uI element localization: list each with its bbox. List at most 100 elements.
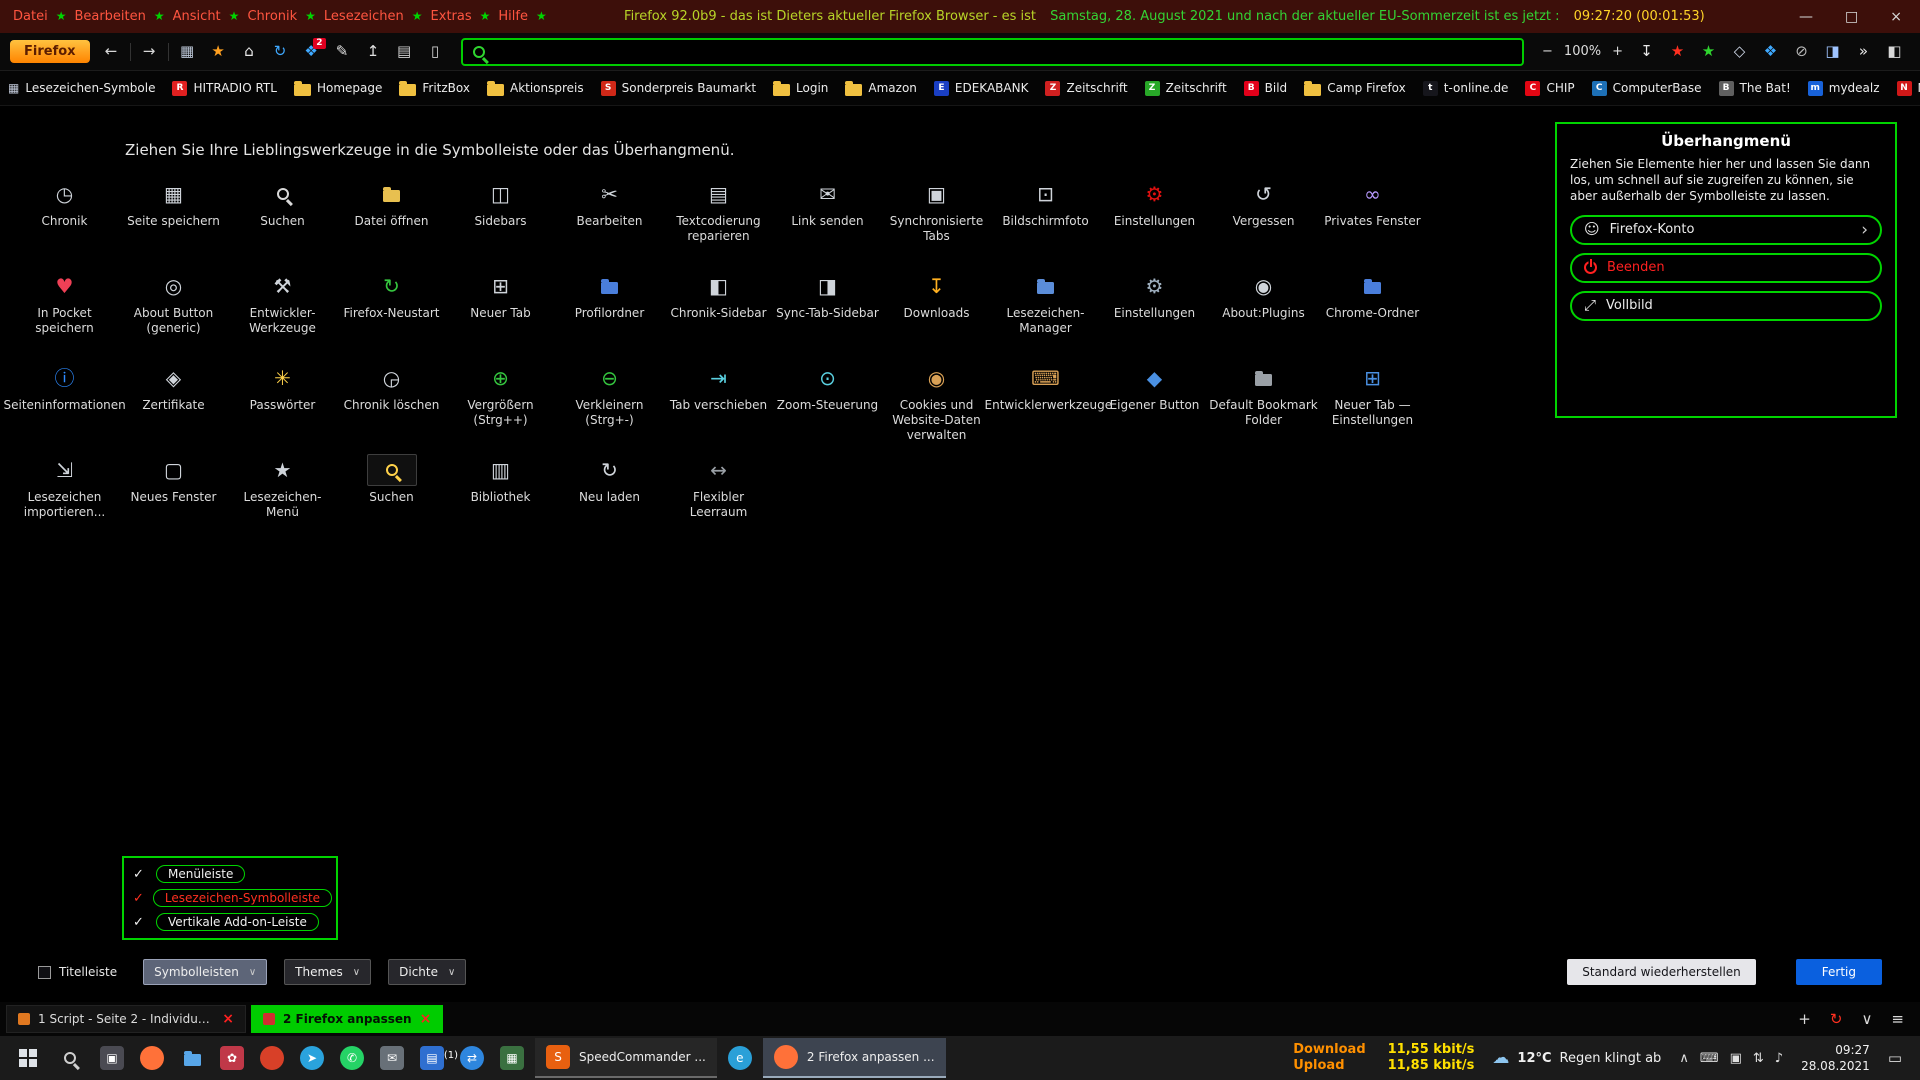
volume-icon[interactable]: ♪	[1775, 1052, 1783, 1065]
bookmark-fritzbox[interactable]: FritzBox	[399, 81, 470, 96]
toolbar-option-menüleiste[interactable]: ✓Menüleiste	[133, 865, 327, 883]
customize-tool-einstellungen[interactable]: ⚙Einstellungen	[1100, 178, 1209, 260]
customize-tool-chrome-ordner[interactable]: Chrome-Ordner	[1318, 270, 1427, 352]
customize-tool-default-bookmark-folder[interactable]: Default Bookmark Folder	[1209, 362, 1318, 444]
customize-tool-profilordner[interactable]: Profilordner	[555, 270, 664, 352]
menu-bearbeiten[interactable]: Bearbeiten	[74, 9, 145, 24]
nav-bookmark-star-button[interactable]: ★	[203, 38, 234, 66]
customize-tool-chronik[interactable]: ◷Chronik	[10, 178, 119, 260]
menu-extras[interactable]: Extras	[431, 9, 472, 24]
customize-tool-neuer-tab[interactable]: ⊞Neuer Tab	[446, 270, 555, 352]
customize-tool-sync-tab-sidebar[interactable]: ◨Sync-Tab-Sidebar	[773, 270, 882, 352]
nav-overflow-chevron-button[interactable]: »	[1848, 38, 1879, 66]
nav-sidebar-toggle-button[interactable]: ◧	[1879, 38, 1910, 66]
customize-tool-entwickler-werkzeuge[interactable]: ⚒Entwickler-Werkzeuge	[228, 270, 337, 352]
dropdown-themes[interactable]: Themes∨	[284, 959, 371, 985]
customize-tool-bildschirmfoto[interactable]: ⊡Bildschirmfoto	[991, 178, 1100, 260]
tabs-list-button[interactable]: ≡	[1891, 1010, 1904, 1028]
nav-send-page-button[interactable]: ↥	[358, 38, 389, 66]
nav-bank-button[interactable]: ▦	[172, 38, 203, 66]
taskbar-icon-whatsapp[interactable]: ✆	[332, 1038, 372, 1078]
nav-star-green-button[interactable]: ★	[1693, 38, 1724, 66]
taskbar-icon-graphics-app[interactable]: ✿	[212, 1038, 252, 1078]
nav-tab-counter-button[interactable]: ❖2	[296, 38, 327, 66]
customize-tool-privates-fenster[interactable]: ∞Privates Fenster	[1318, 178, 1427, 260]
nav-reader-view-button[interactable]: ◨	[1817, 38, 1848, 66]
zoom-out-button[interactable]: −	[1542, 44, 1553, 59]
bookmark-zeitschrift[interactable]: ZZeitschrift	[1045, 81, 1127, 96]
close-tab-icon[interactable]: ×	[420, 1011, 432, 1027]
taskbar-button-2-firefox-anpassen[interactable]: 2 Firefox anpassen ...	[763, 1038, 946, 1078]
bookmark-norma[interactable]: NNORMA	[1897, 81, 1920, 96]
dropdown-symbolleisten[interactable]: Symbolleisten∨	[143, 959, 267, 985]
menu-lesezeichen[interactable]: Lesezeichen	[324, 9, 404, 24]
toolbar-option-lesezeichen-symbolleiste[interactable]: ✓Lesezeichen-Symbolleiste	[133, 889, 327, 907]
customize-tool-vergrößern-strg[interactable]: ⊕Vergrößern (Strg++)	[446, 362, 555, 444]
search-bar[interactable]	[461, 38, 1524, 66]
nav-document-button[interactable]: ▯	[420, 38, 451, 66]
tab-2-firefox-anpassen[interactable]: 2 Firefox anpassen×	[251, 1005, 443, 1033]
customize-tool-zertifikate[interactable]: ◈Zertifikate	[119, 362, 228, 444]
titlebar-checkbox[interactable]	[38, 966, 51, 979]
taskbar-icon-browser[interactable]	[252, 1038, 292, 1078]
taskbar-icon-firefox[interactable]	[132, 1038, 172, 1078]
customize-tool-flexibler-leerraum[interactable]: ↔Flexibler Leerraum	[664, 454, 773, 536]
customize-tool-entwicklerwerkzeuge[interactable]: ⌨Entwicklerwerkzeuge	[991, 362, 1100, 444]
customize-tool-suchen[interactable]: Suchen	[228, 178, 337, 260]
bookmark-amazon[interactable]: Amazon	[845, 81, 917, 96]
start-button[interactable]	[8, 1038, 48, 1078]
customize-tool-neu-laden[interactable]: ↻Neu laden	[555, 454, 664, 536]
customize-tool-about-button-generic[interactable]: ◎About Button (generic)	[119, 270, 228, 352]
new-tab-button[interactable]: +	[1798, 1010, 1811, 1028]
bookmark-homepage[interactable]: Homepage	[294, 81, 382, 96]
customize-tool-passwörter[interactable]: ✳Passwörter	[228, 362, 337, 444]
bookmark-edekabank[interactable]: EEDEKABANK	[934, 81, 1029, 96]
nav-reload-button[interactable]: ↻	[265, 38, 296, 66]
taskbar-icon-notes-app[interactable]: ▦	[492, 1038, 532, 1078]
taskbar-icon-mail-app[interactable]: ✉	[372, 1038, 412, 1078]
bookmark-login[interactable]: Login	[773, 81, 828, 96]
nav-download-button[interactable]: ↧	[1631, 38, 1662, 66]
customize-tool-firefox-neustart[interactable]: ↻Firefox-Neustart	[337, 270, 446, 352]
bookmark-t-online-de[interactable]: tt-online.de	[1423, 81, 1509, 96]
customize-tool-lesezeichen-importieren[interactable]: ⇲Lesezeichen importieren...	[10, 454, 119, 536]
nav-container-button[interactable]: ❖	[1755, 38, 1786, 66]
nav-print-button[interactable]: ▤	[389, 38, 420, 66]
firefox-menu-button[interactable]: Firefox	[10, 40, 90, 63]
zoom-in-button[interactable]: +	[1612, 44, 1623, 59]
bookmark-sonderpreis-baumarkt[interactable]: SSonderpreis Baumarkt	[601, 81, 756, 96]
toolbar-option-vertikale-add-on-leiste[interactable]: ✓Vertikale Add-on-Leiste	[133, 913, 327, 931]
weather-widget[interactable]: ☁ 12°C Regen klingt ab	[1492, 1050, 1661, 1067]
dropdown-dichte[interactable]: Dichte∨	[388, 959, 466, 985]
customize-tool-zoom-steuerung[interactable]: ⊙Zoom-Steuerung	[773, 362, 882, 444]
taskbar-search-button[interactable]	[50, 1038, 90, 1078]
bookmark-chip[interactable]: CCHIP	[1525, 81, 1574, 96]
menu-ansicht[interactable]: Ansicht	[173, 9, 221, 24]
taskbar-icon-edge[interactable]: e	[720, 1038, 760, 1078]
customize-tool-chronik-löschen[interactable]: ◶Chronik löschen	[337, 362, 446, 444]
bookmark-mydealz[interactable]: mmydealz	[1808, 81, 1880, 96]
nav-back-arrow-button[interactable]: ←	[96, 38, 127, 66]
bookmark-zeitschrift[interactable]: ZZeitschrift	[1145, 81, 1227, 96]
nav-home-button[interactable]: ⌂	[234, 38, 265, 66]
customize-tool-datei-öffnen[interactable]: Datei öffnen	[337, 178, 446, 260]
customize-tool-bibliothek[interactable]: ▥Bibliothek	[446, 454, 555, 536]
bookmark-aktionspreis[interactable]: Aktionspreis	[487, 81, 584, 96]
restore-defaults-button[interactable]: Standard wiederherstellen	[1567, 959, 1756, 985]
customize-tool-einstellungen[interactable]: ⚙Einstellungen	[1100, 270, 1209, 352]
network-icon[interactable]: ⇅	[1753, 1052, 1764, 1065]
nav-forward-arrow-button[interactable]: →	[134, 38, 165, 66]
customize-tool-suchen[interactable]: Suchen	[337, 454, 446, 536]
taskbar-icon-file-explorer[interactable]	[172, 1038, 212, 1078]
bookmark-the-bat[interactable]: BThe Bat!	[1719, 81, 1791, 96]
nav-eye-blocked-button[interactable]: ⊘	[1786, 38, 1817, 66]
nav-star-red-button[interactable]: ★	[1662, 38, 1693, 66]
notification-center-icon[interactable]: ▭	[1888, 1049, 1902, 1067]
bookmark-hitradio-rtl[interactable]: RHITRADIO RTL	[172, 81, 276, 96]
menu-hilfe[interactable]: Hilfe	[498, 9, 528, 24]
customize-tool-verkleinern-strg[interactable]: ⊖Verkleinern (Strg+-)	[555, 362, 664, 444]
minimize-button[interactable]: —	[1799, 9, 1813, 25]
taskbar-button-speedcommander[interactable]: SSpeedCommander ...	[535, 1038, 717, 1078]
taskbar-clock[interactable]: 09:27 28.08.2021	[1801, 1042, 1870, 1074]
customize-tool-seite-speichern[interactable]: ▦Seite speichern	[119, 178, 228, 260]
